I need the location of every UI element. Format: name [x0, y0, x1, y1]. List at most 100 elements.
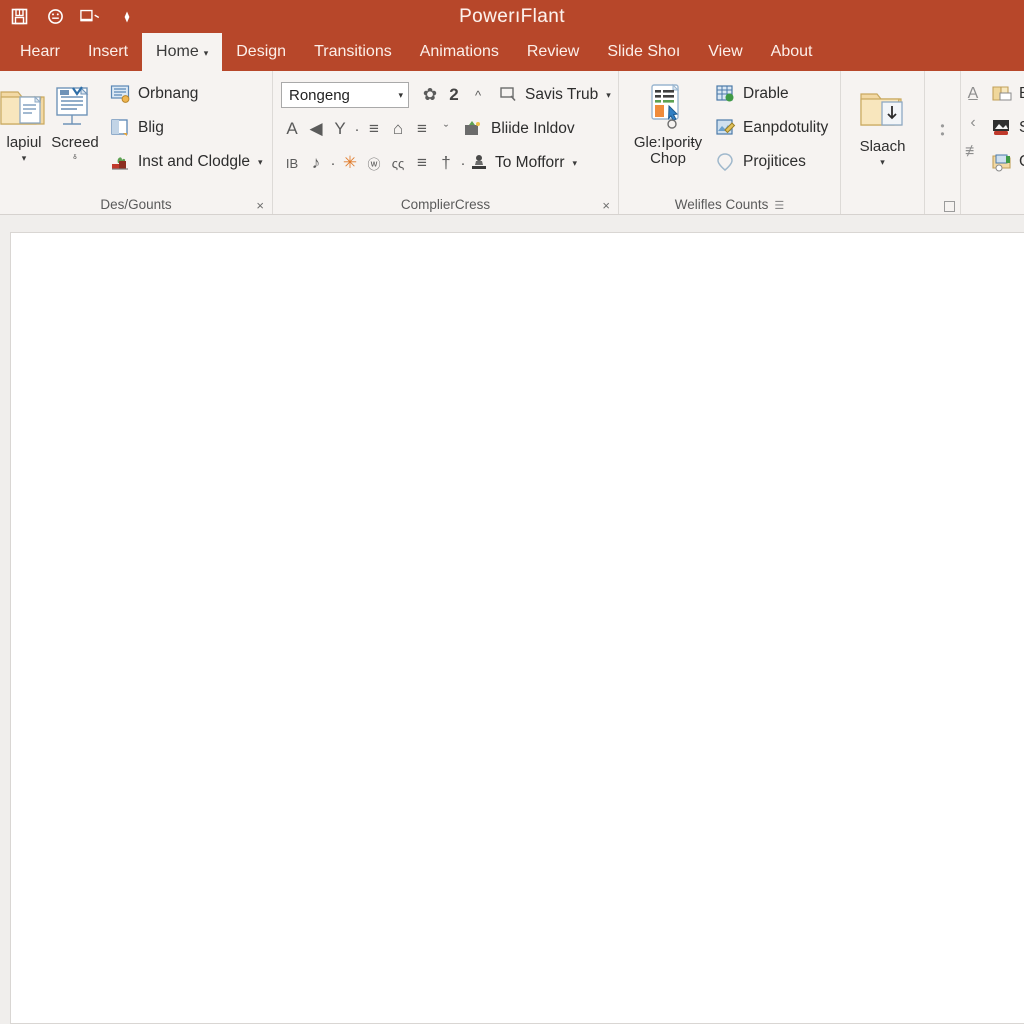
ribbon: lapiul ▾ Screed ᵟ Orbnang Blig Inst and … — [0, 71, 1024, 215]
group2-close-icon[interactable]: × — [602, 199, 610, 212]
no-pencil-icon[interactable]: ≢ — [965, 141, 981, 163]
bold-two-icon[interactable]: 2 — [443, 82, 465, 108]
music-note-icon[interactable]: ♪ — [305, 150, 327, 176]
chevron-left-icon[interactable]: ‹ — [970, 112, 975, 134]
button-bliide-inldov[interactable]: Bliide Inldov — [459, 114, 579, 144]
group1-close-icon[interactable]: × — [256, 199, 264, 212]
underline-a-icon[interactable]: A̲ — [968, 83, 979, 105]
small-glyph-icon[interactable]: ςς — [387, 150, 409, 176]
tab-home[interactable]: Home ▾ — [142, 33, 223, 71]
tab-insert[interactable]: Insert — [74, 33, 142, 71]
gear-glyph-icon[interactable]: ✿ — [419, 82, 441, 108]
button-cu[interactable]: Cu — [987, 147, 1024, 177]
button-to-mofforr-arrow[interactable]: ▾ — [573, 158, 578, 169]
button-ba[interactable]: Ba — [987, 79, 1024, 109]
ribbon-group-cutoff: A̲ ‹ ≢ — [960, 71, 1024, 214]
button-inst-and-clodgle-arrow[interactable]: ▾ — [258, 157, 263, 168]
group5-tiny-icons: A̲ ‹ ≢ — [965, 75, 981, 163]
button-eanpdotulity-label: Eanpdotulity — [743, 119, 829, 136]
button-gleiporiŧy-chop-label-1: Gle:Iporiŧy — [633, 134, 703, 151]
button-se[interactable]: Se — [987, 113, 1024, 143]
workspace — [0, 215, 1024, 1024]
shape-basket-icon[interactable]: ⌂ — [387, 116, 409, 142]
title-bar: PowerıFlant — [0, 0, 1024, 33]
location-pin-icon — [715, 152, 737, 172]
triangle-left-icon[interactable]: ◀ — [305, 116, 327, 142]
button-blig[interactable]: Blig — [106, 113, 267, 143]
group3-small-buttons: Drable Eanpdotulity Projitices — [711, 75, 832, 177]
tab-about[interactable]: About — [757, 33, 827, 71]
picture-frame-icon — [991, 118, 1013, 138]
ribbon-group-complier-cress: Rongeng ▾ ✿ 2 ^ Savis Trub ▾ A ◀ Υ · ≡ ⌂… — [272, 71, 618, 214]
lines-icon[interactable]: ≡ — [411, 150, 433, 176]
button-lapiul-label: lapiul — [6, 134, 42, 151]
button-screed-label: Screed — [51, 134, 99, 151]
button-bliide-inldov-label: Bliide Inldov — [491, 120, 575, 137]
window-title: PowerıFlant — [459, 5, 565, 27]
group3-label-text: Welifles Counts — [674, 197, 769, 212]
dagger-icon[interactable]: † — [435, 150, 457, 176]
ribbon-group-slaach: Slaach ▾ — [840, 71, 924, 214]
tab-hearr[interactable]: Hearr — [6, 33, 74, 71]
book-comment-icon — [991, 84, 1013, 104]
color-star-icon[interactable]: ✳ — [339, 150, 361, 176]
font-combo[interactable]: Rongeng ▾ — [281, 82, 409, 108]
ribbon-group-des-gounts: lapiul ▾ Screed ᵟ Orbnang Blig Inst and … — [0, 71, 272, 214]
button-projitices[interactable]: Projitices — [711, 147, 832, 177]
button-savis-trub[interactable]: Savis Trub ▾ — [495, 80, 615, 110]
button-eanpdotulity[interactable]: Eanpdotulity — [711, 113, 832, 143]
document-cursor-icon — [642, 79, 694, 135]
tab-transitions[interactable]: Transitions — [300, 33, 406, 71]
clear-format-icon[interactable]: Υ — [329, 116, 351, 142]
circle-glyph-icon[interactable]: ⓦ — [363, 150, 385, 176]
button-to-mofforr[interactable]: To Mofforr ▾ — [469, 148, 581, 178]
group2-label: ComplierCress — [400, 197, 491, 212]
button-slaach[interactable]: Slaach ▾ — [847, 79, 918, 168]
button-orbnang-label: Orbnang — [138, 85, 199, 102]
tab-label: Slide Shoı — [607, 43, 681, 60]
font-a-icon[interactable]: A — [281, 116, 303, 142]
ribbon-group-overflow-handle[interactable]: • • — [924, 71, 960, 214]
button-lapiul[interactable]: lapiul ▾ — [0, 75, 50, 164]
button-inst-and-clodgle[interactable]: Inst and Clodgle ▾ — [106, 147, 267, 177]
button-screed[interactable]: Screed ᵟ — [50, 75, 100, 163]
button-gleiporiŧy-chop[interactable]: Gle:Iporiŧy Chop — [629, 75, 707, 167]
tab-slide-sho[interactable]: Slide Shoı — [593, 33, 694, 71]
group-corner-marker[interactable] — [944, 201, 955, 212]
tab-design[interactable]: Design — [222, 33, 300, 71]
slide-canvas[interactable] — [10, 232, 1024, 1024]
button-slaach-label: Slaach — [859, 138, 906, 155]
align-lines-icon[interactable]: ≡ — [363, 116, 385, 142]
tab-review[interactable]: Review — [513, 33, 593, 71]
dialog-launcher-icon[interactable]: ☰ — [774, 200, 784, 212]
tab-label: Home — [156, 43, 199, 60]
button-slaach-arrow[interactable]: ▾ — [880, 157, 885, 168]
chevron-up-icon[interactable]: ^ — [467, 82, 489, 108]
button-orbnang[interactable]: Orbnang — [106, 79, 267, 109]
button-inst-and-clodgle-label: Inst and Clodgle — [138, 153, 251, 170]
tab-view[interactable]: View — [694, 33, 756, 71]
chevron-down-icon[interactable]: ˇ — [435, 116, 457, 142]
align-center-icon[interactable]: ≡ — [411, 116, 433, 142]
button-blig-label: Blig — [138, 119, 164, 136]
folder-export-icon — [991, 152, 1013, 172]
font-combo-value: Rongeng — [289, 86, 350, 104]
group2-controls: Rongeng ▾ ✿ 2 ^ Savis Trub ▾ A ◀ Υ · ≡ ⌂… — [281, 75, 615, 179]
chevron-down-icon: ▾ — [203, 47, 209, 58]
button-ba-label: Ba — [1019, 85, 1024, 103]
button-cu-label: Cu — [1019, 153, 1024, 171]
group2-row-3: IB ♪ · ✳ ⓦ ςς ≡ † · To Mofforr ▾ — [281, 147, 615, 179]
group1-label: Des/Gounts — [100, 197, 172, 212]
button-drable[interactable]: Drable — [711, 79, 832, 109]
slide-list-icon — [50, 79, 100, 135]
tab-label: View — [708, 43, 743, 60]
italic-bold-ib-icon[interactable]: IB — [281, 150, 303, 176]
group2-row-2: A ◀ Υ · ≡ ⌂ ≡ ˇ Bliide Inldov — [281, 113, 615, 145]
button-lapiul-arrow[interactable]: ▾ — [22, 153, 27, 164]
button-savis-trub-arrow[interactable]: ▾ — [606, 90, 611, 101]
tab-animations[interactable]: Animations — [406, 33, 513, 71]
slide-insert-icon — [463, 120, 485, 138]
button-screed-arrow[interactable]: ᵟ — [73, 153, 76, 163]
overflow-dots-icon[interactable]: • • — [925, 71, 960, 189]
chevron-down-icon: ▾ — [398, 89, 403, 100]
